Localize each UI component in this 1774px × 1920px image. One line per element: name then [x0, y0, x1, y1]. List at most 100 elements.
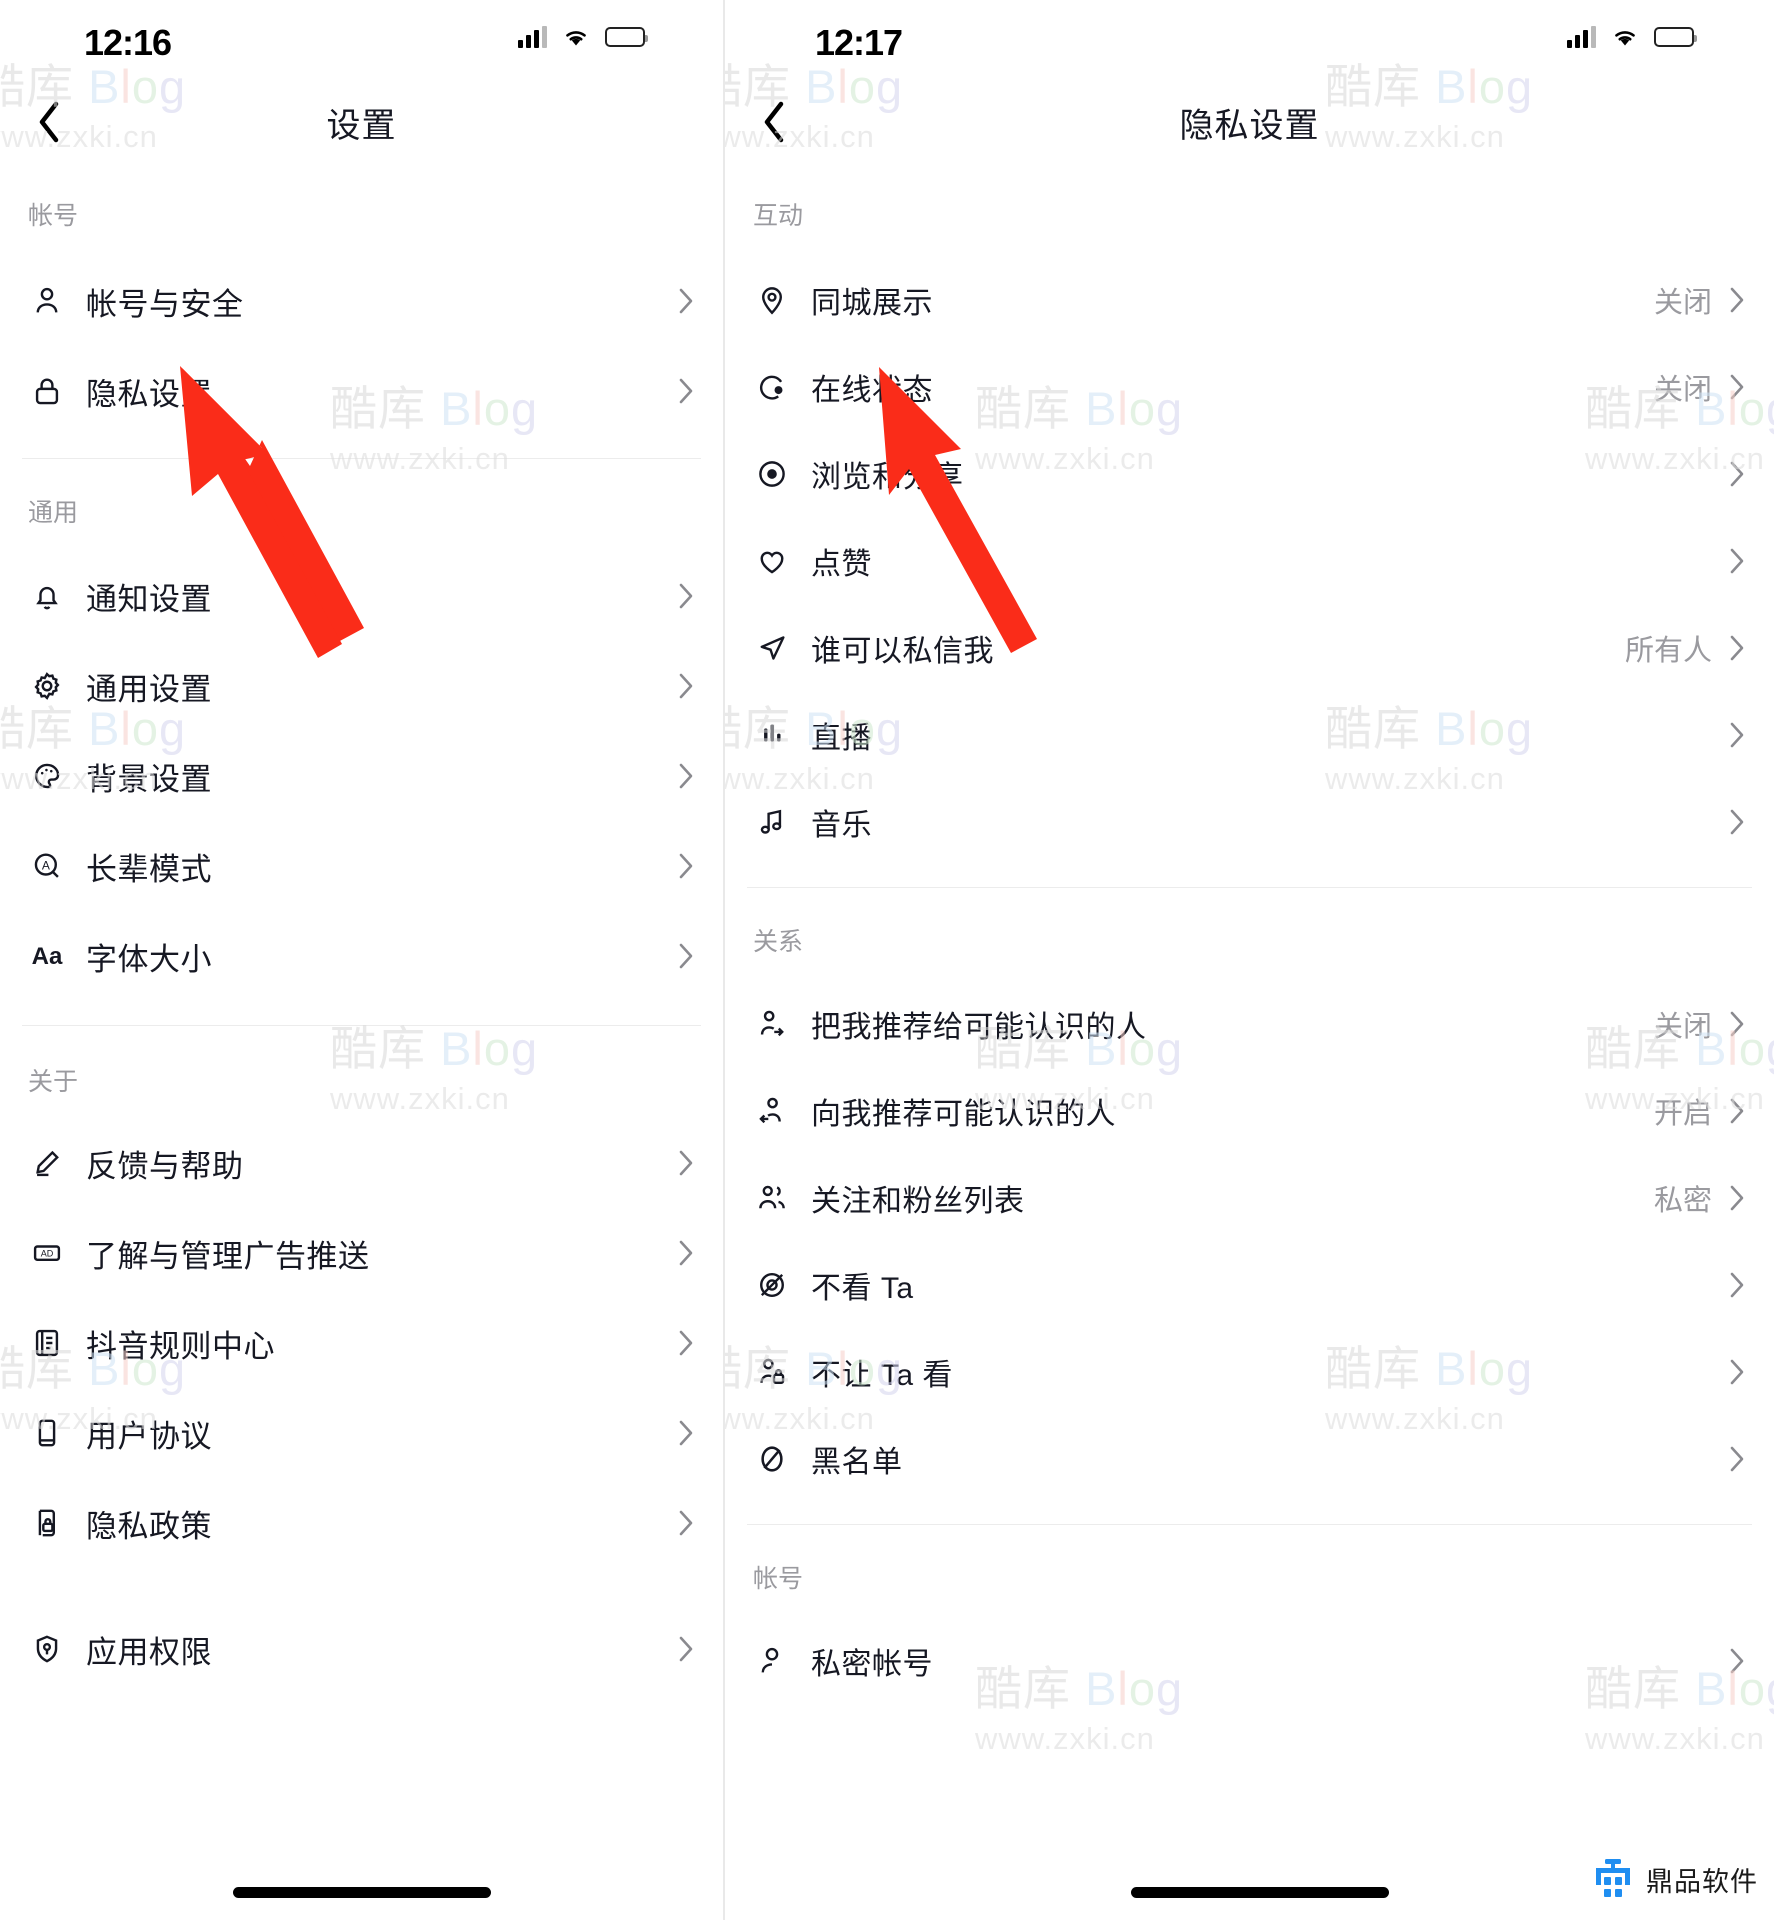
list-item-nearby-display[interactable]: 同城展示 关闭 — [725, 256, 1774, 343]
person-lock-icon — [751, 1351, 793, 1393]
list-item-label: 在线状态 — [811, 373, 933, 407]
list-item-background-settings[interactable]: 背景设置 — [0, 731, 723, 821]
nav-bar-left: 设置 — [0, 86, 723, 162]
chevron-right-icon — [1726, 1271, 1748, 1299]
section-header-account: 帐号 — [28, 202, 79, 230]
status-bar-left: 12:16 — [0, 0, 723, 86]
list-item-online-status[interactable]: 在线状态 关闭 — [725, 343, 1774, 430]
list-item-label: 向我推荐可能认识的人 — [811, 1097, 1116, 1131]
list-item-font-size[interactable]: Aa 字体大小 — [0, 911, 723, 1001]
list-item-label: 隐私设置 — [86, 376, 212, 412]
music-note-icon — [751, 801, 793, 843]
list-item-live[interactable]: 直播 — [725, 691, 1774, 778]
status-bar-right: 12:17 — [725, 0, 1774, 86]
person-suggest-icon — [751, 1090, 793, 1132]
list-item-following-followers-list[interactable]: 关注和粉丝列表 私密 — [725, 1154, 1774, 1241]
document-icon — [26, 1412, 68, 1454]
list-item-privacy-settings[interactable]: 隐私设置 — [0, 346, 723, 436]
battery-icon — [605, 27, 648, 47]
chevron-right-icon — [675, 672, 697, 700]
list-item-dont-let-ta-see[interactable]: 不让 Ta 看 — [725, 1328, 1774, 1415]
wifi-icon — [1610, 26, 1640, 48]
cellular-bars-icon — [1567, 26, 1596, 48]
chevron-right-icon — [675, 942, 697, 970]
palette-icon — [26, 755, 68, 797]
wifi-icon — [561, 26, 591, 48]
list-item-feedback-help[interactable]: 反馈与帮助 — [0, 1118, 723, 1208]
svg-text:AD: AD — [41, 1249, 54, 1259]
chevron-right-icon — [1726, 808, 1748, 836]
list-item-label: 了解与管理广告推送 — [86, 1238, 370, 1274]
status-time: 12:16 — [84, 22, 172, 63]
list-item-label: 把我推荐给可能认识的人 — [811, 1010, 1147, 1044]
list-item-notification-settings[interactable]: 通知设置 — [0, 551, 723, 641]
list-item-user-agreement[interactable]: 用户协议 — [0, 1388, 723, 1478]
list-item-recommend-me-to-others[interactable]: 把我推荐给可能认识的人 关闭 — [725, 980, 1774, 1067]
chevron-right-icon — [1726, 1097, 1748, 1125]
brand-name: 鼎品软件 — [1646, 1866, 1758, 1897]
chevron-right-icon — [675, 852, 697, 880]
chevron-right-icon — [1726, 1184, 1748, 1212]
list-item-label: 应用权限 — [86, 1634, 212, 1670]
chevron-right-icon — [1726, 1647, 1748, 1675]
people-icon — [751, 1177, 793, 1219]
list-item-elder-mode[interactable]: A 长辈模式 — [0, 821, 723, 911]
list-item-label: 隐私政策 — [86, 1508, 212, 1544]
person-icon — [26, 280, 68, 322]
eye-off-icon — [751, 1264, 793, 1306]
list-item-app-permissions[interactable]: 应用权限 — [0, 1604, 723, 1694]
block-icon — [751, 1438, 793, 1480]
list-item-value: 开启 — [1653, 1097, 1712, 1130]
list-item-label: 帐号与安全 — [86, 286, 244, 322]
section-header-about: 关于 — [28, 1068, 79, 1096]
list-item-value: 私密 — [1653, 1184, 1712, 1217]
list-item-rule-center[interactable]: 抖音规则中心 — [0, 1298, 723, 1388]
list-item-general-settings[interactable]: 通用设置 — [0, 641, 723, 731]
list-item-label: 通知设置 — [86, 581, 212, 617]
list-item-label: 背景设置 — [86, 761, 212, 797]
location-pin-icon — [751, 279, 793, 321]
heart-icon — [751, 540, 793, 582]
list-item-likes[interactable]: 点赞 — [725, 517, 1774, 604]
list-item-label: 直播 — [811, 721, 872, 755]
list-item-recommend-others-to-me[interactable]: 向我推荐可能认识的人 开启 — [725, 1067, 1774, 1154]
chevron-right-icon — [1726, 547, 1748, 575]
list-item-value: 关闭 — [1653, 286, 1712, 319]
list-item-music[interactable]: 音乐 — [725, 778, 1774, 865]
list-item-private-account[interactable]: 私密帐号 — [725, 1617, 1774, 1704]
pencil-icon — [26, 1142, 68, 1184]
status-icons — [518, 26, 648, 48]
list-item-privacy-policy[interactable]: 隐私政策 — [0, 1478, 723, 1568]
list-item-value: 关闭 — [1653, 373, 1712, 406]
home-indicator — [232, 1887, 491, 1898]
chevron-right-icon — [1726, 1445, 1748, 1473]
svg-text:A: A — [42, 858, 50, 872]
chevron-right-icon — [1726, 634, 1748, 662]
list-item-label: 关注和粉丝列表 — [811, 1184, 1025, 1218]
list-item-account-security[interactable]: 帐号与安全 — [0, 256, 723, 346]
chevron-right-icon — [675, 1329, 697, 1357]
chevron-right-icon — [675, 1509, 697, 1537]
list-item-dont-watch-ta[interactable]: 不看 Ta — [725, 1241, 1774, 1328]
chevron-right-icon — [1726, 1010, 1748, 1038]
paper-plane-icon — [751, 627, 793, 669]
list-item-browse-and-share[interactable]: 浏览和分享 — [725, 430, 1774, 517]
brand-footer: 鼎品软件 — [1590, 1856, 1758, 1902]
chevron-right-icon — [1726, 373, 1748, 401]
list-item-label: 通用设置 — [86, 671, 212, 707]
list-item-label: 浏览和分享 — [811, 460, 964, 494]
dual-screenshot-container: 12:16 设置 帐号 帐号与安全 隐私设置 通用 通知设置 通用设置 背景设置… — [0, 0, 1774, 1920]
chevron-right-icon — [1726, 286, 1748, 314]
eye-icon — [751, 453, 793, 495]
list-item-value: 关闭 — [1653, 1010, 1712, 1043]
nav-bar-right: 隐私设置 — [725, 86, 1774, 162]
svg-text:Aa: Aa — [32, 943, 63, 970]
section-header-interaction: 互动 — [753, 202, 804, 230]
list-item-who-can-dm-me[interactable]: 谁可以私信我 所有人 — [725, 604, 1774, 691]
list-item-label: 黑名单 — [811, 1445, 903, 1479]
page-title: 隐私设置 — [1179, 107, 1320, 145]
list-item-label: 用户协议 — [86, 1418, 212, 1454]
chevron-right-icon — [675, 1239, 697, 1267]
list-item-blacklist[interactable]: 黑名单 — [725, 1415, 1774, 1502]
list-item-ad-management[interactable]: AD 了解与管理广告推送 — [0, 1208, 723, 1298]
